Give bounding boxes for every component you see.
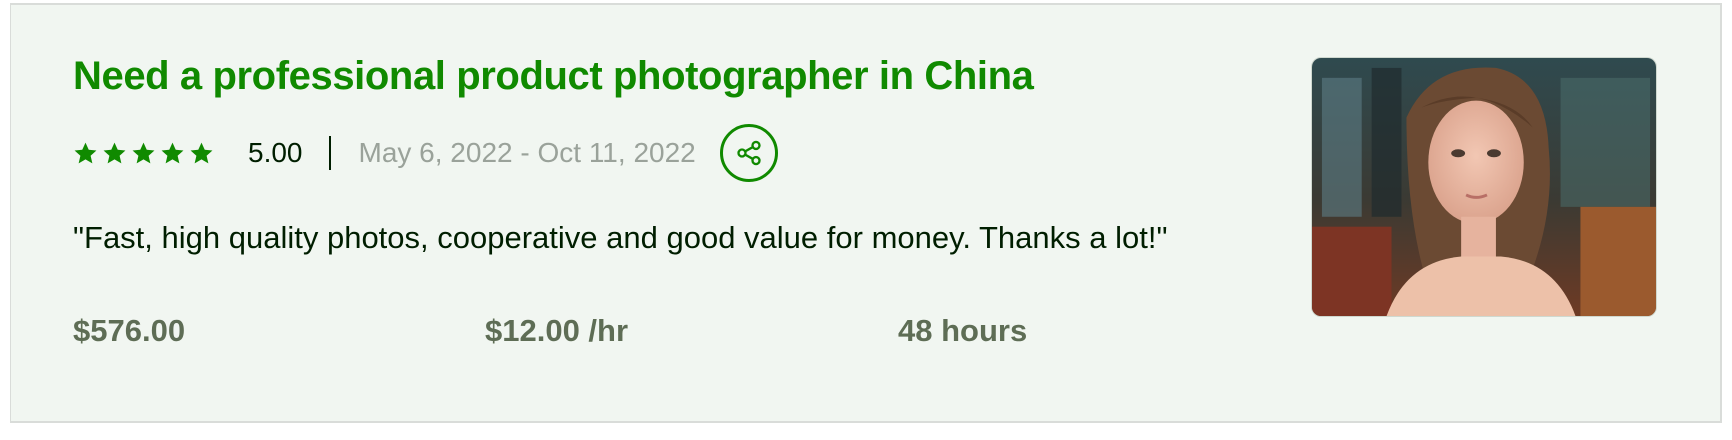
share-button[interactable] <box>719 124 778 182</box>
star-icon <box>190 142 213 163</box>
job-date-range: May 6, 2022 - Oct 11, 2022 <box>358 137 696 168</box>
share-icon <box>737 140 761 166</box>
star-rating <box>73 141 214 166</box>
job-meta-row: 5.00 May 6, 2022 - Oct 11, 2022 <box>73 121 778 185</box>
photo-illustration <box>1312 58 1656 316</box>
hourly-rate: $12.00 /hr <box>485 313 629 348</box>
client-feedback: "Fast, high quality photos, cooperative … <box>73 220 1168 255</box>
meta-divider <box>328 136 331 170</box>
star-icon <box>132 142 155 163</box>
job-title-link[interactable]: Need a professional product photographer… <box>73 54 1034 99</box>
work-history-card: Need a professional product photographer… <box>10 3 1722 423</box>
star-icon <box>74 142 97 163</box>
total-earned: $576.00 <box>73 313 186 348</box>
card-spacer <box>10 423 1722 440</box>
portfolio-photo[interactable] <box>1311 57 1657 317</box>
rating-value: 5.00 <box>248 137 303 168</box>
star-icon <box>103 142 126 163</box>
hours-worked: 48 hours <box>898 313 1028 348</box>
star-icon <box>161 142 184 163</box>
